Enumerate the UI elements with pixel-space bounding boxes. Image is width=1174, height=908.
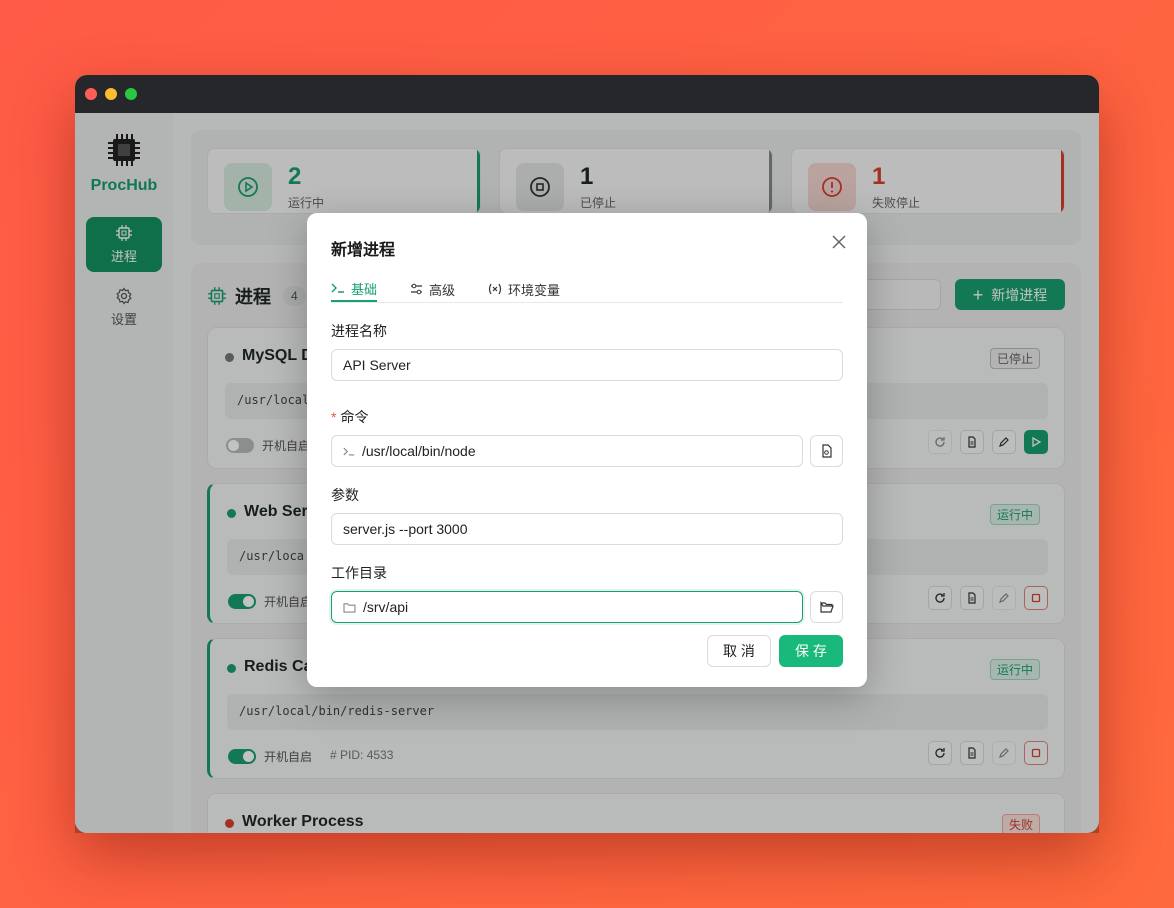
args-input[interactable]: server.js --port 3000	[331, 513, 843, 545]
folder-open-icon	[819, 601, 834, 613]
browse-file-button[interactable]	[810, 435, 843, 467]
save-button[interactable]: 保 存	[779, 635, 843, 667]
args-value: server.js --port 3000	[343, 521, 468, 537]
command-label-text: 命令	[340, 409, 369, 425]
browse-folder-button[interactable]	[810, 591, 843, 623]
tab-advanced[interactable]: 高级	[410, 276, 455, 302]
close-window-button[interactable]	[85, 88, 97, 100]
close-icon[interactable]	[830, 233, 848, 251]
process-name-input[interactable]: API Server	[331, 349, 843, 381]
tab-label: 基础	[351, 281, 378, 297]
required-mark: *	[331, 409, 337, 425]
variable-icon	[488, 283, 502, 295]
process-name-value: API Server	[343, 357, 411, 373]
folder-icon	[343, 602, 356, 613]
args-field-label: 参数	[331, 487, 359, 503]
workdir-input[interactable]: /srv/api	[331, 591, 803, 623]
tab-label: 环境变量	[508, 282, 561, 298]
file-search-icon	[821, 444, 832, 458]
tab-basic[interactable]: 基础	[331, 276, 378, 302]
cancel-button[interactable]: 取 消	[707, 635, 771, 667]
workdir-value: /srv/api	[363, 599, 409, 615]
name-field-label: 进程名称	[331, 323, 387, 339]
title-bar	[75, 75, 1099, 113]
tab-label: 高级	[429, 282, 456, 298]
minimize-window-button[interactable]	[105, 88, 117, 100]
sliders-icon	[411, 283, 422, 295]
command-input[interactable]: /usr/local/bin/node	[331, 435, 803, 467]
dialog-title: 新增进程	[331, 242, 396, 259]
terminal-icon	[343, 447, 355, 456]
tab-env-vars[interactable]: 环境变量	[488, 276, 560, 302]
workdir-field-label: 工作目录	[331, 565, 387, 581]
command-value: /usr/local/bin/node	[362, 443, 476, 459]
maximize-window-button[interactable]	[125, 88, 137, 100]
command-field-label: * 命令	[331, 407, 368, 427]
dialog-tabs: 基础 高级 环境变量	[331, 274, 843, 303]
add-process-dialog: 新增进程 基础 高级 环境变量 进程名称 API Server * 命令 /usr…	[307, 213, 867, 687]
terminal-icon	[331, 283, 344, 293]
